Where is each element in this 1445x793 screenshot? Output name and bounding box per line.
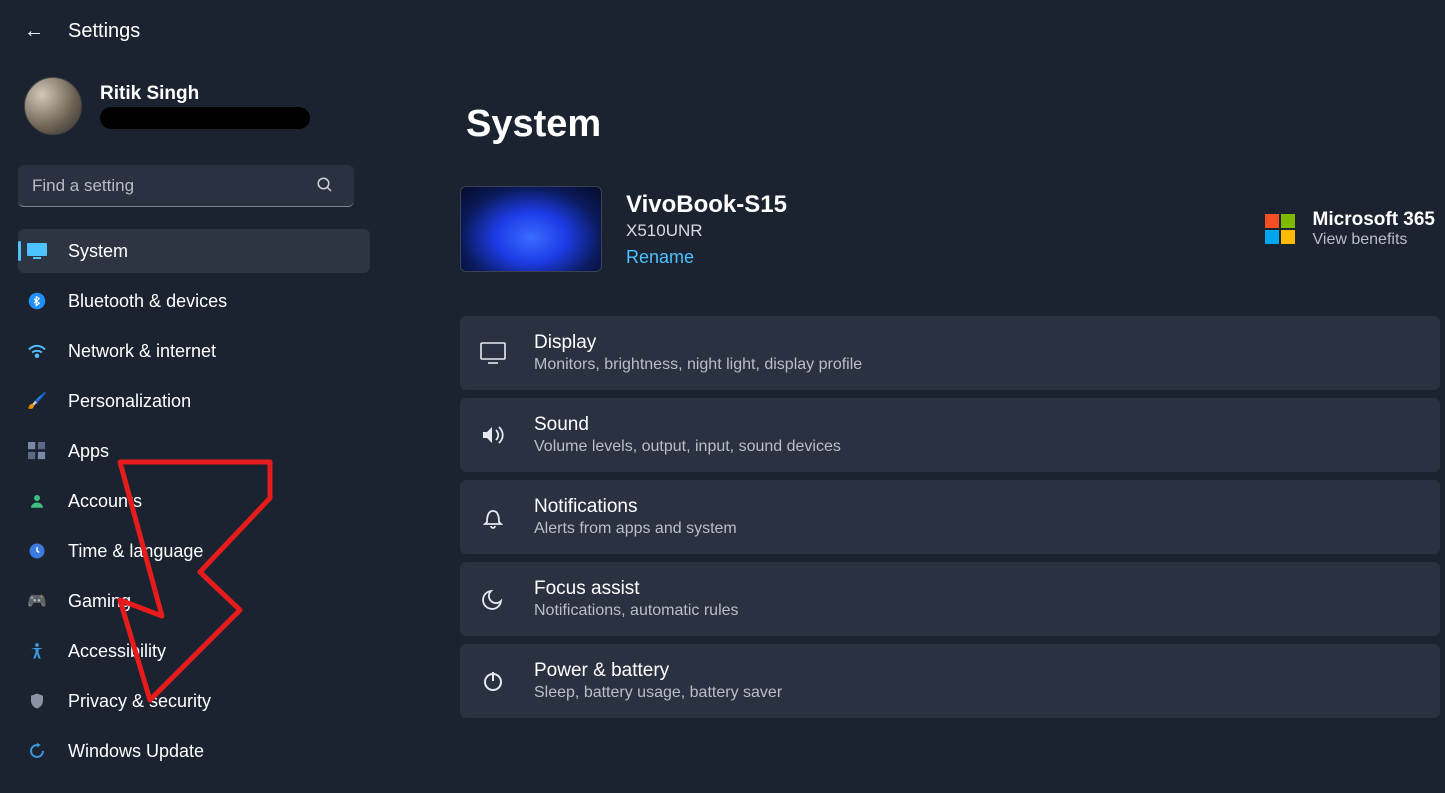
card-subtitle: Volume levels, output, input, sound devi… (534, 438, 841, 456)
moon-icon (480, 587, 506, 611)
clock-icon (26, 542, 48, 560)
app-title: Settings (68, 20, 140, 43)
sound-icon (480, 424, 506, 446)
sidebar-item-label: Windows Update (68, 741, 204, 762)
avatar (24, 77, 82, 135)
sidebar-item-system[interactable]: System (18, 229, 370, 273)
apps-icon (26, 442, 48, 460)
card-title: Sound (534, 414, 841, 436)
card-title: Notifications (534, 496, 737, 518)
user-name: Ritik Singh (100, 83, 310, 105)
display-icon (26, 243, 48, 259)
back-button[interactable]: ← (24, 20, 44, 43)
device-model: X510UNR (626, 221, 787, 241)
card-title: Display (534, 332, 862, 354)
shield-icon (26, 692, 48, 710)
sidebar: Ritik Singh System Bluetooth & devices N… (0, 63, 380, 793)
ms365-subtitle: View benefits (1313, 231, 1435, 249)
card-subtitle: Alerts from apps and system (534, 520, 737, 538)
sidebar-item-personalization[interactable]: 🖌️ Personalization (18, 379, 370, 423)
main-content: System VivoBook-S15 X510UNR Rename Micro… (380, 63, 1445, 793)
person-icon (26, 492, 48, 510)
sidebar-item-label: Accessibility (68, 641, 166, 662)
settings-card-display[interactable]: Display Monitors, brightness, night ligh… (460, 316, 1440, 390)
card-subtitle: Monitors, brightness, night light, displ… (534, 356, 862, 374)
wifi-icon (26, 343, 48, 359)
user-block[interactable]: Ritik Singh (18, 73, 362, 155)
sidebar-item-accessibility[interactable]: Accessibility (18, 629, 370, 673)
sidebar-item-time-language[interactable]: Time & language (18, 529, 370, 573)
rename-link[interactable]: Rename (626, 247, 787, 268)
settings-card-power-battery[interactable]: Power & battery Sleep, battery usage, ba… (460, 644, 1440, 718)
update-icon (26, 742, 48, 760)
page-title: System (466, 103, 1445, 146)
sidebar-item-apps[interactable]: Apps (18, 429, 370, 473)
sidebar-item-label: Network & internet (68, 341, 216, 362)
sidebar-item-label: Time & language (68, 541, 203, 562)
sidebar-item-label: Privacy & security (68, 691, 211, 712)
sidebar-item-label: Bluetooth & devices (68, 291, 227, 312)
microsoft-365-tile[interactable]: Microsoft 365 View benefits (1265, 209, 1435, 249)
brush-icon: 🖌️ (26, 391, 48, 411)
sidebar-item-bluetooth[interactable]: Bluetooth & devices (18, 279, 370, 323)
microsoft-logo-icon (1265, 214, 1295, 244)
settings-card-notifications[interactable]: Notifications Alerts from apps and syste… (460, 480, 1440, 554)
card-title: Power & battery (534, 660, 782, 682)
device-thumbnail (460, 186, 602, 272)
bluetooth-icon (26, 292, 48, 310)
sidebar-item-gaming[interactable]: 🎮 Gaming (18, 579, 370, 623)
device-name: VivoBook-S15 (626, 191, 787, 219)
power-icon (480, 669, 506, 693)
card-title: Focus assist (534, 578, 739, 600)
sidebar-item-label: Personalization (68, 391, 191, 412)
settings-card-focus-assist[interactable]: Focus assist Notifications, automatic ru… (460, 562, 1440, 636)
card-subtitle: Sleep, battery usage, battery saver (534, 684, 782, 702)
sidebar-item-privacy[interactable]: Privacy & security (18, 679, 370, 723)
display-icon (480, 342, 506, 364)
settings-card-sound[interactable]: Sound Volume levels, output, input, soun… (460, 398, 1440, 472)
sidebar-item-network[interactable]: Network & internet (18, 329, 370, 373)
accessibility-icon (26, 642, 48, 660)
card-subtitle: Notifications, automatic rules (534, 602, 739, 620)
sidebar-item-windows-update[interactable]: Windows Update (18, 729, 370, 773)
sidebar-item-label: Accounts (68, 491, 142, 512)
sidebar-item-accounts[interactable]: Accounts (18, 479, 370, 523)
user-email-redacted (100, 107, 310, 129)
gamepad-icon: 🎮 (26, 591, 48, 611)
sidebar-item-label: System (68, 241, 128, 262)
sidebar-item-label: Apps (68, 441, 109, 462)
ms365-title: Microsoft 365 (1313, 209, 1435, 231)
sidebar-item-label: Gaming (68, 591, 131, 612)
bell-icon (480, 505, 506, 529)
search-input[interactable] (18, 165, 354, 207)
